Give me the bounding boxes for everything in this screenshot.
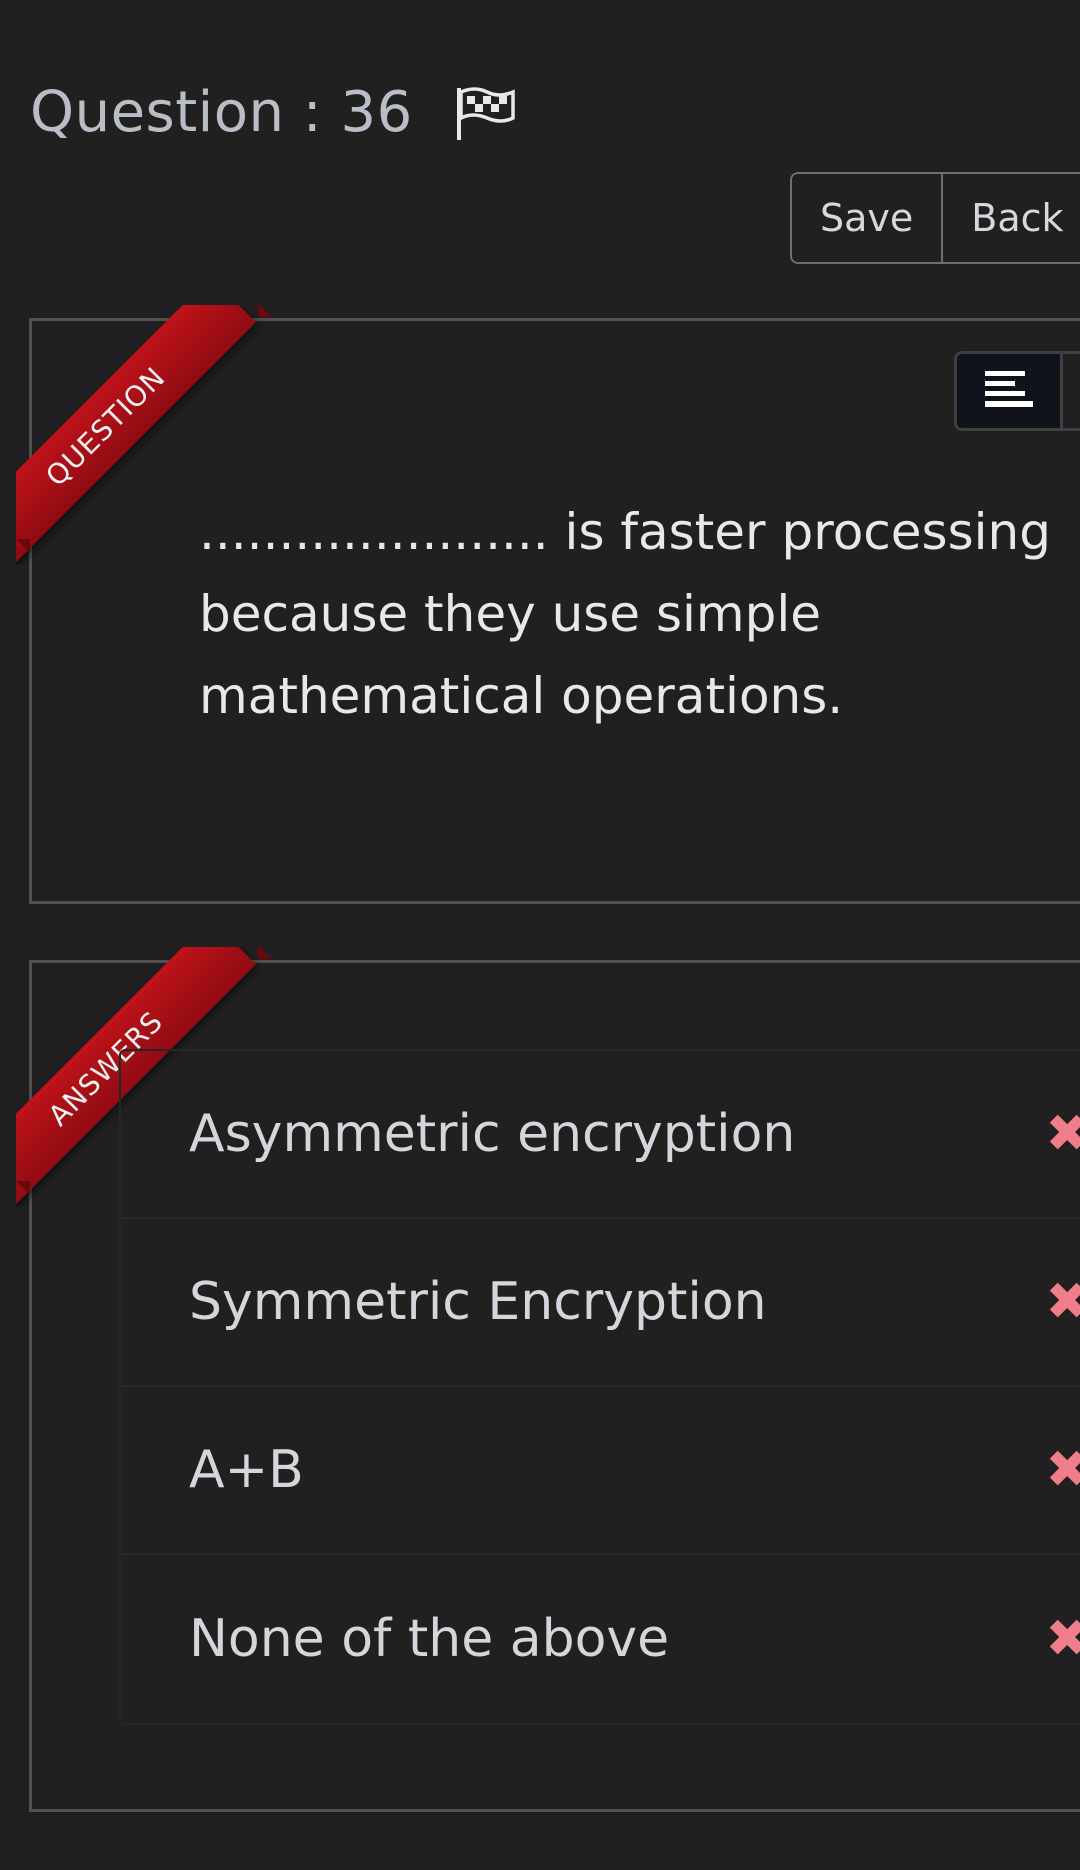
answers-panel: ANSWERS Asymmetric encryption ✖ Symmetri… (16, 945, 1080, 1812)
question-number: Question : 36 (30, 80, 413, 145)
flag-icon[interactable] (453, 84, 517, 142)
answer-list: Asymmetric encryption ✖ Symmetric Encryp… (119, 1049, 1080, 1725)
answer-label: None of the above (189, 1609, 670, 1669)
answer-label: A+B (189, 1440, 304, 1500)
align-left-icon (984, 371, 1033, 407)
question-text: ...................... is faster process… (199, 503, 1051, 725)
alt-view-button[interactable] (1063, 354, 1080, 428)
x-icon: ✖ (1045, 1609, 1080, 1669)
ribbon-fold (258, 303, 272, 317)
ribbon-fold (16, 1181, 30, 1195)
ribbon-fold (16, 539, 30, 553)
view-toggle-group (954, 351, 1080, 431)
question-panel: QUESTION ...................... is faste… (16, 303, 1080, 904)
x-icon: ✖ (1045, 1104, 1080, 1164)
answer-option[interactable]: Symmetric Encryption ✖ (121, 1219, 1080, 1387)
text-view-button[interactable] (957, 354, 1063, 428)
ribbon-fold (258, 945, 272, 959)
save-button[interactable]: Save (792, 174, 944, 262)
answer-label: Asymmetric encryption (189, 1104, 796, 1164)
x-icon: ✖ (1045, 1440, 1080, 1500)
x-icon: ✖ (1045, 1272, 1080, 1332)
action-button-group: Save Back (790, 172, 1080, 264)
answer-option[interactable]: Asymmetric encryption ✖ (121, 1051, 1080, 1219)
answer-option[interactable]: A+B ✖ (121, 1387, 1080, 1555)
answer-option[interactable]: None of the above ✖ (121, 1555, 1080, 1723)
back-button[interactable]: Back (943, 174, 1080, 262)
question-header: Question : 36 (30, 80, 517, 145)
answer-label: Symmetric Encryption (189, 1272, 767, 1332)
